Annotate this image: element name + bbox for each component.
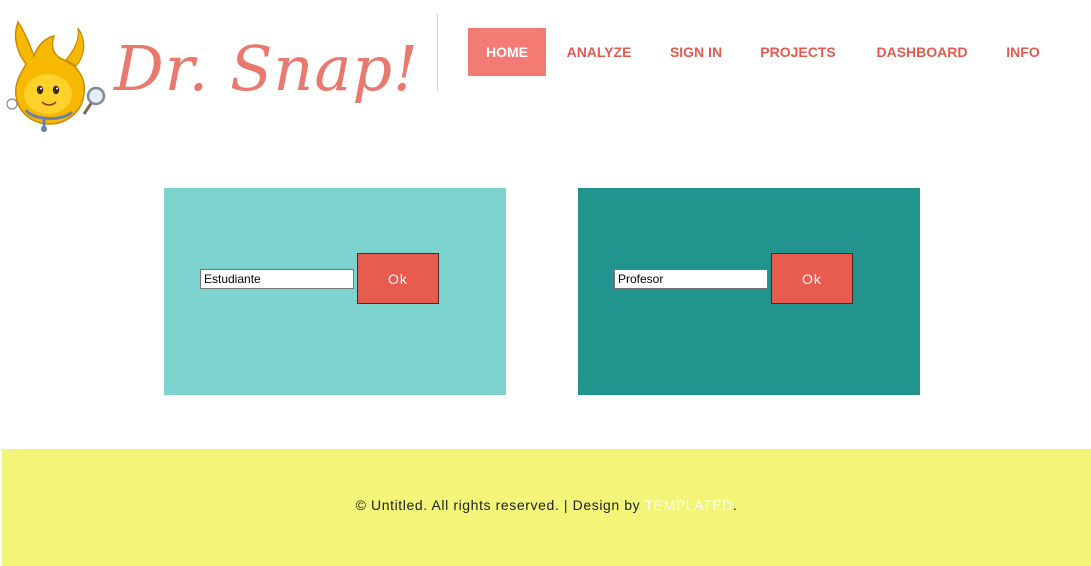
student-ok-button[interactable]: Ok <box>357 253 439 304</box>
templated-link[interactable]: TEMPLATED <box>645 497 733 513</box>
logo[interactable]: Dr. Snap! <box>4 16 418 134</box>
student-input[interactable] <box>200 269 354 289</box>
nav-analyze[interactable]: ANALYZE <box>546 28 652 76</box>
teacher-input[interactable] <box>614 269 768 289</box>
copyright-suffix: . <box>732 497 738 513</box>
footer: © Untitled. All rights reserved. | Desig… <box>2 449 1091 566</box>
header-divider <box>437 14 438 91</box>
teacher-panel: Ok <box>578 188 920 395</box>
copyright-text: © Untitled. All rights reserved. | Desig… <box>2 497 1091 513</box>
nav-home[interactable]: HOME <box>468 28 546 76</box>
nav-info[interactable]: INFO <box>988 28 1058 76</box>
brand-wordmark: Dr. Snap! <box>114 32 419 105</box>
nav-dashboard[interactable]: DASHBOARD <box>856 28 988 76</box>
nav-sign-in[interactable]: SIGN IN <box>652 28 740 76</box>
copyright-prefix: © Untitled. All rights reserved. | Desig… <box>355 497 645 513</box>
main-nav: HOME ANALYZE SIGN IN PROJECTS DASHBOARD … <box>468 28 1058 76</box>
student-panel: Ok <box>164 188 506 395</box>
nav-projects[interactable]: PROJECTS <box>740 28 856 76</box>
snap-mascot-icon <box>6 20 106 132</box>
teacher-ok-button[interactable]: Ok <box>771 253 853 304</box>
